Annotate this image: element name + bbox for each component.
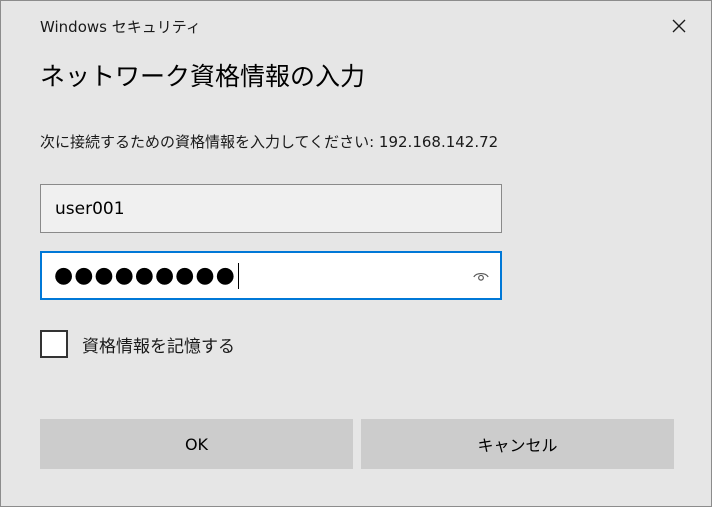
remember-label: 資格情報を記憶する	[82, 336, 235, 357]
password-field[interactable]: ●●●●●●●●●	[40, 251, 502, 300]
dialog-heading: ネットワーク資格情報の入力	[40, 62, 366, 91]
close-button[interactable]	[651, 3, 707, 49]
credential-dialog: Windows セキュリティ ネットワーク資格情報の入力 次に接続するための資格…	[0, 0, 712, 507]
password-value: ●●●●●●●●●	[54, 263, 236, 288]
remember-checkbox[interactable]	[40, 330, 68, 358]
window-title: Windows セキュリティ	[40, 18, 201, 36]
text-caret	[237, 263, 239, 289]
eye-icon	[473, 272, 489, 281]
reveal-password-button[interactable]	[470, 265, 492, 287]
title-bar: Windows セキュリティ	[1, 1, 711, 49]
prompt-text: 次に接続するための資格情報を入力してください: 192.168.142.72	[40, 133, 499, 151]
password-mask: ●●●●●●●●●	[54, 263, 239, 289]
remember-credentials[interactable]: 資格情報を記憶する	[40, 330, 235, 358]
cancel-button[interactable]: キャンセル	[361, 419, 674, 469]
ok-button[interactable]: OK	[40, 419, 353, 469]
username-field[interactable]	[40, 184, 502, 233]
close-icon	[672, 19, 686, 33]
